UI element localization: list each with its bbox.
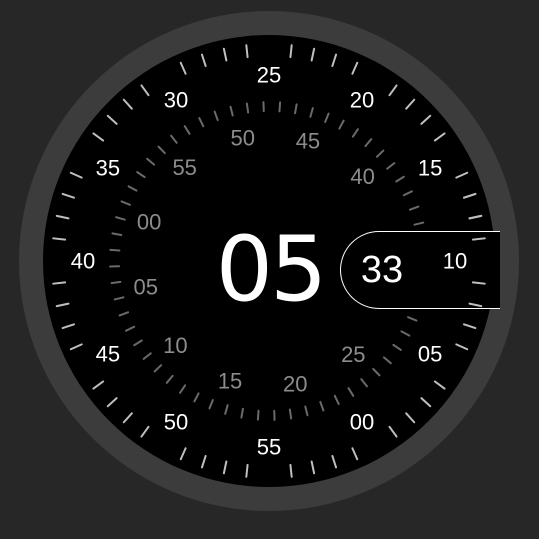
inner-ring-label: 25: [341, 342, 365, 367]
inner-ring-label: 00: [137, 210, 161, 235]
outer-tick: [52, 281, 67, 285]
outer-tick: [289, 44, 293, 59]
inner-tick: [256, 409, 260, 421]
outer-ring-label: 05: [418, 342, 442, 367]
outer-tick: [471, 281, 486, 285]
inner-tick: [245, 102, 250, 114]
inner-ring-label: 15: [218, 368, 242, 393]
inner-ring-label: 40: [350, 164, 374, 189]
inner-ring-label: 05: [134, 275, 158, 300]
outer-ring-label: 40: [71, 249, 95, 274]
hour-display: 05: [215, 217, 328, 322]
inner-ring-label: 45: [296, 129, 320, 154]
outer-ring-label: 30: [164, 87, 188, 112]
outer-ring-label: 25: [257, 63, 281, 88]
inner-tick: [288, 408, 293, 420]
inner-tick: [278, 101, 282, 113]
inner-tick: [110, 280, 122, 285]
outer-tick: [289, 463, 293, 478]
inner-ring-label: 20: [283, 372, 307, 397]
outer-tick: [245, 44, 249, 59]
outer-tick: [52, 237, 67, 241]
minute-display: 33: [360, 249, 404, 291]
outer-ring-label: 00: [350, 410, 374, 435]
outer-ring-label: 55: [257, 435, 281, 460]
outer-tick: [245, 463, 249, 478]
inner-ring-label: 55: [172, 155, 196, 180]
inner-tick: [109, 248, 121, 252]
outer-ring-label: 50: [164, 410, 188, 435]
watch-screen: 000510152025303540455055 000510152025304…: [0, 0, 539, 539]
outer-ring-label: 45: [96, 342, 120, 367]
outer-ring-label: 15: [418, 156, 442, 181]
outer-tick: [471, 237, 486, 241]
outer-ring-label: 35: [96, 156, 120, 181]
inner-ring-label: 50: [231, 125, 255, 150]
outer-ring-label: 10: [443, 249, 467, 274]
outer-ring-label: 20: [350, 87, 374, 112]
inner-ring-label: 10: [163, 333, 187, 358]
